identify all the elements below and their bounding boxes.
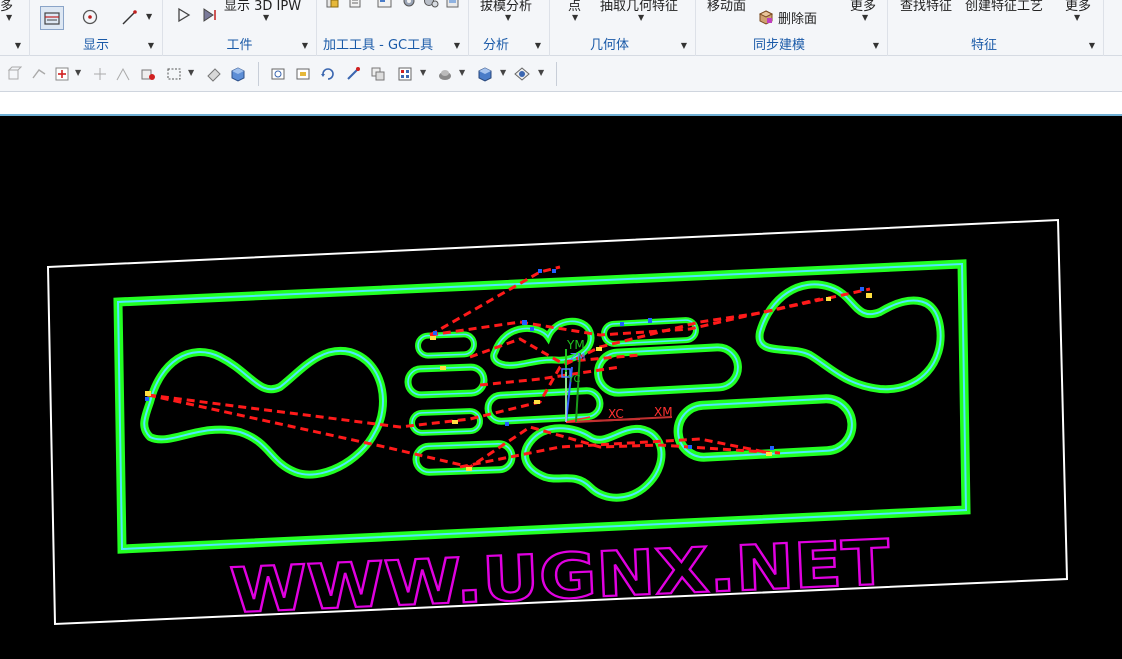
chevron-down-icon[interactable]: ▼: [535, 41, 541, 50]
chevron-down-icon[interactable]: ▼: [146, 12, 152, 21]
view-fit-icon[interactable]: [270, 66, 286, 82]
ribbon-group-workpiece: 显示 3D IPW ▼ 工件 ▼: [163, 0, 317, 56]
play-flag-icon[interactable]: [175, 6, 193, 24]
chevron-down-icon[interactable]: ▼: [1089, 41, 1095, 50]
pan-icon[interactable]: [345, 66, 361, 82]
chevron-down-icon[interactable]: ▼: [1074, 13, 1080, 22]
tool-doc-icon[interactable]: [325, 0, 341, 10]
more-left-button[interactable]: 多: [0, 0, 13, 14]
ribbon-bar: 多 ▼ ▼ ▼ 显示 ▼ 显示 3D IPW ▼ 工件 ▼ 加工工具 - GC工…: [0, 0, 1122, 56]
cube-filter-icon[interactable]: [6, 66, 22, 82]
ribbon-group-sync-modeling: 移动面 删除面 更多 ▼ 同步建模 ▼: [696, 0, 888, 56]
chevron-down-icon[interactable]: ▼: [681, 41, 687, 50]
box-select-icon[interactable]: [166, 66, 182, 82]
chevron-down-icon[interactable]: ▼: [459, 68, 465, 77]
group-label-display: 显示: [82, 38, 109, 53]
toolbar-separator: [556, 62, 557, 86]
display-toggle-button[interactable]: [40, 6, 64, 30]
axis-label-yc: YC: [567, 374, 581, 385]
chevron-down-icon[interactable]: ▼: [188, 68, 194, 77]
pocket-left-blob[interactable]: [140, 346, 387, 479]
line-icon[interactable]: [120, 7, 140, 27]
chevron-down-icon[interactable]: ▼: [148, 41, 154, 50]
pocket-set[interactable]: [140, 280, 945, 502]
group-label-sync-modeling: 同步建模: [753, 38, 806, 53]
chevron-down-icon[interactable]: ▼: [538, 68, 544, 77]
delete-face-icon: [758, 10, 774, 25]
graphics-viewport[interactable]: YM YC ZM XC XM WWW.UGNX.NET: [0, 117, 1122, 659]
axis-label-xc: XC: [608, 407, 624, 421]
draft-analysis-button[interactable]: 拔模分析: [480, 0, 532, 14]
navigator-strip: [0, 92, 1122, 116]
table-tool-icon[interactable]: [377, 0, 393, 10]
chevron-down-icon[interactable]: ▼: [572, 13, 578, 22]
chevron-down-icon[interactable]: ▼: [638, 13, 644, 22]
snap-arrow-icon[interactable]: [31, 66, 47, 82]
ribbon-group-left: 多 ▼ ▼: [0, 0, 30, 56]
chevron-down-icon[interactable]: ▼: [302, 41, 308, 50]
gear-icon[interactable]: [401, 0, 417, 10]
ribbon-group-geometry: 点 ▼ 抽取几何特征 ▼ 几何体 ▼: [550, 0, 696, 56]
view-zoom-icon[interactable]: [295, 66, 311, 82]
group-label-workpiece: 工件: [226, 38, 253, 53]
model-canvas[interactable]: YM YC ZM XC XM WWW.UGNX.NET: [0, 117, 1122, 659]
chevron-down-icon[interactable]: ▼: [75, 68, 81, 77]
section-view-icon: [44, 12, 60, 25]
toolbar-separator: [258, 62, 259, 86]
add-selection-icon[interactable]: [54, 66, 70, 82]
delete-face-button[interactable]: 删除面: [778, 8, 817, 27]
axis-label-ym: YM: [566, 338, 585, 352]
group-label-geometry: 几何体: [590, 38, 630, 53]
group-label-feature: 特征: [971, 38, 998, 53]
sheet-icon[interactable]: [445, 0, 461, 10]
body-select-icon[interactable]: [140, 66, 156, 82]
chevron-down-icon[interactable]: ▼: [15, 41, 21, 50]
create-feature-process-button[interactable]: 创建特征工艺: [965, 0, 1043, 14]
chevron-down-icon[interactable]: ▼: [263, 13, 269, 22]
ribbon-group-feature: 查找特征 创建特征工艺 更多 ▼ 特征 ▼: [888, 0, 1104, 56]
pocket-right-blob[interactable]: [755, 280, 945, 394]
ribbon-group-gc-tools: 加工工具 - GC工具 ▼: [317, 0, 469, 56]
render-style-icon[interactable]: [437, 66, 453, 82]
step-flag-icon[interactable]: [201, 6, 219, 24]
chevron-down-icon[interactable]: ▼: [454, 41, 460, 50]
selection-toolbar: ▼ ▼ ▼ ▼ ▼ ▼: [0, 56, 1122, 92]
pocket-slots[interactable]: [404, 317, 857, 476]
chevron-down-icon[interactable]: ▼: [420, 68, 426, 77]
solid-cube-icon[interactable]: [230, 66, 246, 82]
more-feature-button[interactable]: 更多: [1065, 0, 1091, 14]
extract-geometry-button[interactable]: 抽取几何特征: [600, 0, 678, 14]
chevron-down-icon[interactable]: ▼: [862, 13, 868, 22]
view-layout-icon[interactable]: [397, 66, 413, 82]
doc-icon[interactable]: [347, 0, 363, 10]
move-face-button[interactable]: 移动面: [707, 0, 746, 14]
vertex-snap-icon[interactable]: [115, 66, 131, 82]
chevron-down-icon[interactable]: ▼: [505, 13, 511, 22]
chevron-down-icon[interactable]: ▼: [500, 68, 506, 77]
visibility-icon[interactable]: [514, 66, 530, 82]
ribbon-group-analysis: 拔模分析 ▼ 分析 ▼: [469, 0, 550, 56]
rotate-icon[interactable]: [320, 66, 336, 82]
axis-label-zm: ZM: [570, 352, 585, 363]
point-snap-icon[interactable]: [92, 66, 108, 82]
chevron-down-icon[interactable]: ▼: [6, 13, 12, 22]
chevron-down-icon[interactable]: ▼: [873, 41, 879, 50]
axis-label-xm: XM: [654, 405, 673, 419]
shaded-cube-icon[interactable]: [477, 66, 493, 82]
group-label-gc-tools: 加工工具 - GC工具: [323, 38, 434, 53]
eraser-icon[interactable]: [206, 66, 222, 82]
orient-view-icon[interactable]: [370, 66, 386, 82]
point-button[interactable]: 点: [568, 0, 581, 14]
more-sync-button[interactable]: 更多: [850, 0, 876, 14]
pocket-center-blob[interactable]: [521, 424, 666, 502]
ribbon-group-display: ▼ 显示 ▼: [30, 0, 163, 56]
find-feature-button[interactable]: 查找特征: [900, 0, 952, 14]
target-point-icon[interactable]: [80, 7, 100, 27]
settings-icon[interactable]: [423, 0, 439, 10]
show-3d-ipw-button[interactable]: 显示 3D IPW: [224, 0, 301, 14]
